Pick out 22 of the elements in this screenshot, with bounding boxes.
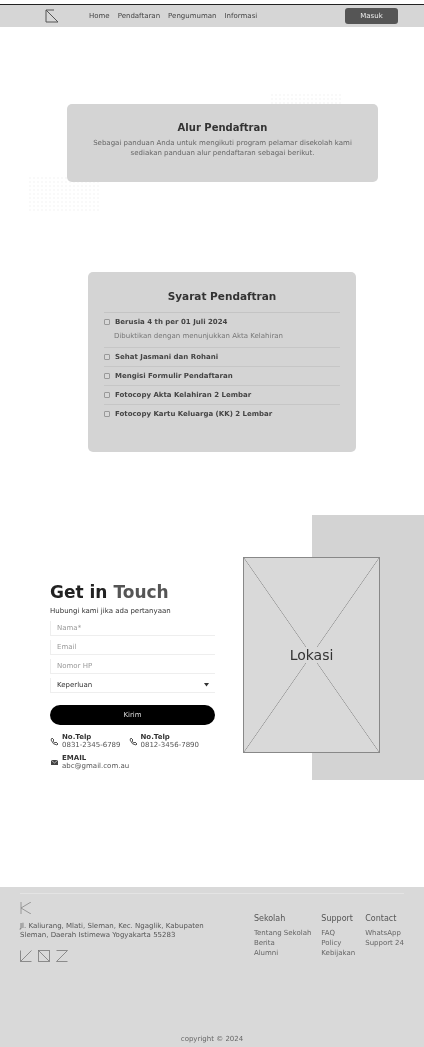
- phone-icon: [50, 736, 59, 746]
- footer-heading: Support: [321, 914, 354, 923]
- card-title: Alur Pendaftran: [177, 122, 268, 133]
- section-heading: Get in Touch: [50, 582, 170, 602]
- checkbox[interactable]: [104, 354, 110, 360]
- dot-pattern: [28, 176, 100, 212]
- map-label: Lokasi: [289, 647, 334, 663]
- social-icon: [38, 950, 50, 963]
- card-title: Syarat Pendaftran: [104, 290, 340, 313]
- checkbox[interactable]: [104, 373, 110, 379]
- logo-icon: [45, 9, 59, 23]
- social-icon: [56, 950, 68, 963]
- footer-heading: Sekolah: [253, 914, 287, 923]
- checkbox[interactable]: [104, 392, 110, 398]
- logo-icon: [20, 902, 32, 914]
- checkbox[interactable]: [104, 411, 110, 417]
- footer-heading: Contact: [365, 914, 398, 923]
- mail-icon: [50, 757, 59, 767]
- phone-icon: [128, 736, 138, 746]
- caret-icon: [204, 683, 209, 687]
- checkbox[interactable]: [104, 319, 110, 325]
- social-icon: [20, 950, 32, 963]
